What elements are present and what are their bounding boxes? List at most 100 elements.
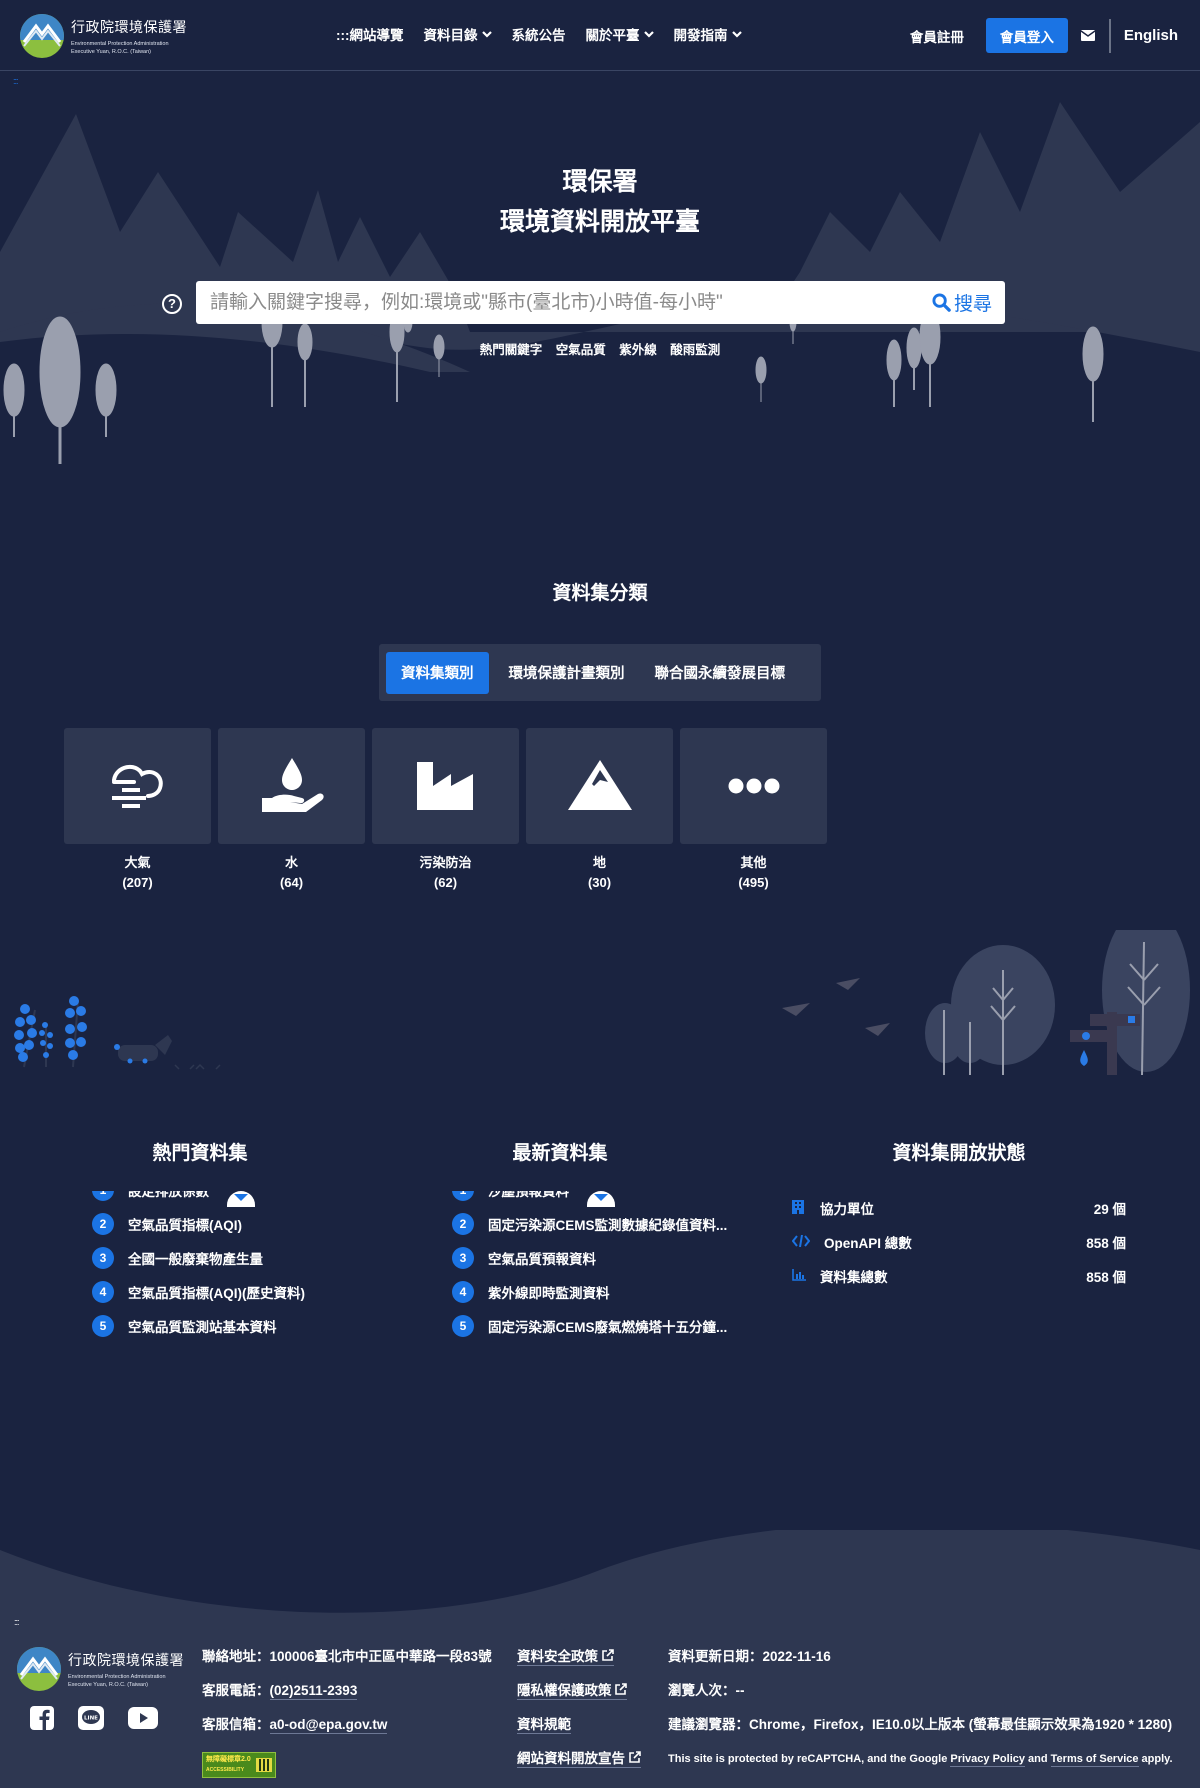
rank-badge: 2 bbox=[452, 1213, 474, 1235]
list-item[interactable]: 3 空氣品質預報資料 bbox=[452, 1241, 752, 1275]
list-item[interactable]: 3 全國一般廢棄物產生量 bbox=[92, 1241, 392, 1275]
category-land[interactable]: 地 (30) bbox=[526, 728, 673, 893]
search-button-label: 搜尋 bbox=[953, 294, 992, 315]
list-item[interactable]: 1 設定排放係數 bbox=[92, 1191, 392, 1207]
footer-org-name-en-1: Environmental Protection Administration bbox=[68, 1673, 166, 1680]
rank-badge: 1 bbox=[92, 1191, 114, 1201]
footer-link-open-data-declaration[interactable]: 網站資料開放宣告 bbox=[517, 1751, 641, 1768]
email-link[interactable]: a0-od@epa.gov.tw bbox=[269, 1717, 388, 1734]
list-item[interactable]: 1 沙塵預報資料 bbox=[452, 1191, 752, 1207]
nav-about[interactable]: 關於平臺 bbox=[586, 24, 654, 44]
list-item[interactable]: 5 固定污染源CEMS廢氣燃燒塔十五分鐘... bbox=[452, 1309, 752, 1343]
footer-link-privacy-policy[interactable]: 隱私權保護政策 bbox=[517, 1683, 628, 1700]
nav-announcements[interactable]: 系統公告 bbox=[512, 24, 566, 44]
tab-dataset-type[interactable]: 資料集類別 bbox=[386, 651, 489, 694]
epa-logo-icon bbox=[20, 14, 64, 58]
youtube-icon[interactable] bbox=[128, 1707, 158, 1729]
mountain-icon bbox=[567, 760, 632, 810]
dog-illustration bbox=[114, 1035, 221, 1070]
stat-openapi-total: OpenAPI 總數 858 個 bbox=[791, 1225, 1126, 1259]
tab-sdg[interactable]: 聯合國永續發展目標 bbox=[635, 652, 796, 694]
hot-keyword[interactable]: 空氣品質 bbox=[556, 343, 606, 357]
list-item[interactable]: 5 空氣品質監測站基本資料 bbox=[92, 1309, 392, 1343]
hot-keyword[interactable]: 紫外線 bbox=[619, 343, 657, 357]
list-item[interactable]: 4 空氣品質指標(AQI)(歷史資料) bbox=[92, 1275, 392, 1309]
category-count: (62) bbox=[433, 875, 458, 890]
tab-env-plan-type[interactable]: 環境保護計畫類別 bbox=[489, 652, 635, 694]
footer-logo[interactable]: 行政院環境保護署 Environmental Protection Admini… bbox=[17, 1647, 184, 1691]
search-button[interactable]: 搜尋 bbox=[932, 289, 992, 316]
facebook-icon[interactable] bbox=[30, 1706, 54, 1730]
code-icon bbox=[791, 1234, 811, 1247]
stat-dataset-total: 資料集總數 858 個 bbox=[792, 1259, 1126, 1293]
nav-dev-guide[interactable]: 開發指南 bbox=[674, 24, 742, 44]
visitor-count: 瀏覽人次：-- bbox=[668, 1683, 745, 1698]
recaptcha-notice: This site is protected by reCAPTCHA, and… bbox=[668, 1748, 1173, 1782]
stat-value: 858 個 bbox=[1086, 1270, 1126, 1285]
open-status: 資料集開放狀態 協力單位 29 個 OpenAPI 總數 858 個 資料集總數… bbox=[791, 1138, 1126, 1293]
recaptcha-text: and bbox=[1024, 1753, 1051, 1765]
latest-list: 1 沙塵預報資料 2 固定污染源CEMS監測數據紀錄值資料... 3 空氣品質預報資料… bbox=[452, 1191, 752, 1361]
dataset-name: 空氣品質監測站基本資料 bbox=[128, 1320, 277, 1335]
category-name: 水 bbox=[284, 855, 298, 870]
nav-about-label: 關於平臺 bbox=[585, 28, 640, 43]
category-name: 污染防治 bbox=[419, 855, 472, 870]
footer-accesskey-link[interactable]: ::: bbox=[14, 1618, 19, 1627]
google-terms-link[interactable]: Terms of Service bbox=[1050, 1753, 1139, 1767]
category-count: (30) bbox=[587, 875, 612, 890]
nav-sitemap[interactable]: :::網站導覽 bbox=[336, 24, 404, 44]
site-logo[interactable]: 行政院環境保護署 Environmental Protection Admini… bbox=[20, 14, 187, 58]
rank-badge: 5 bbox=[92, 1315, 114, 1337]
google-privacy-link[interactable]: Privacy Policy bbox=[950, 1753, 1025, 1767]
svg-text:LINE: LINE bbox=[84, 1716, 98, 1722]
help-icon[interactable]: ? bbox=[162, 294, 182, 314]
accessibility-badge[interactable]: 無障礙標章2.0 ACCESSIBILITY bbox=[202, 1752, 276, 1778]
latest-title: 最新資料集 bbox=[512, 1143, 608, 1164]
plants-illustration bbox=[14, 996, 221, 1070]
search-bar: 搜尋 bbox=[196, 281, 1005, 324]
category-water[interactable]: 水 (64) bbox=[218, 728, 365, 893]
browser-recommendation: 建議瀏覽器：Chrome，Firefox，IE10.0以上版本 (螢幕最佳顯示效… bbox=[668, 1717, 1173, 1732]
rank-badge: 3 bbox=[452, 1247, 474, 1269]
chevron-down-icon bbox=[643, 31, 654, 38]
hero-title: 環保署 環境資料開放平臺 bbox=[0, 162, 1200, 242]
footer-link-security-policy[interactable]: 資料安全政策 bbox=[517, 1649, 614, 1666]
search-input[interactable] bbox=[210, 282, 932, 323]
footer-org-name-en-2: Executive Yuan, R.O.C. (Taiwan) bbox=[68, 1681, 148, 1688]
bar-chart-icon bbox=[792, 1268, 806, 1281]
dataset-name: 固定污染源CEMS監測數據紀錄值資料... bbox=[488, 1218, 728, 1233]
line-icon[interactable]: LINE bbox=[78, 1706, 104, 1730]
list-item[interactable]: 2 空氣品質指標(AQI) bbox=[92, 1207, 392, 1241]
nav-data-catalog[interactable]: 資料目錄 bbox=[424, 24, 492, 44]
rank-badge: 1 bbox=[452, 1191, 474, 1201]
stat-label: 協力單位 bbox=[820, 1202, 874, 1217]
footer-link-data-standards[interactable]: 資料規範 bbox=[517, 1717, 571, 1734]
search-icon bbox=[932, 293, 951, 312]
org-name: 行政院環境保護署 bbox=[71, 18, 187, 35]
dataset-name: 設定排放係數 bbox=[128, 1191, 209, 1199]
category-air[interactable]: 大氣 (207) bbox=[64, 728, 211, 893]
status-title: 資料集開放狀態 bbox=[892, 1143, 1026, 1164]
factory-icon bbox=[416, 762, 473, 810]
stat-label: 資料集總數 bbox=[820, 1270, 888, 1285]
external-link-icon bbox=[601, 1649, 614, 1661]
register-link[interactable]: 會員註冊 bbox=[910, 26, 964, 46]
hero-title-line1: 環保署 bbox=[562, 168, 638, 196]
hot-keyword[interactable]: 酸雨監測 bbox=[670, 343, 720, 357]
rank-badge: 4 bbox=[452, 1281, 474, 1303]
list-item[interactable]: 2 固定污染源CEMS監測數據紀錄值資料... bbox=[452, 1207, 752, 1241]
hero-title-line2: 環境資料開放平臺 bbox=[499, 208, 700, 236]
category-pollution[interactable]: 污染防治 (62) bbox=[372, 728, 519, 893]
category-other[interactable]: 其他 (495) bbox=[680, 728, 827, 893]
phone-link[interactable]: (02)2511-2393 bbox=[269, 1683, 358, 1700]
recaptcha-text: apply. bbox=[1138, 1753, 1173, 1765]
update-date: 資料更新日期：2022-11-16 bbox=[668, 1649, 831, 1664]
english-link[interactable]: English bbox=[1124, 27, 1178, 44]
footer-org-name: 行政院環境保護署 bbox=[68, 1651, 184, 1668]
list-item[interactable]: 4 紫外線即時監測資料 bbox=[452, 1275, 752, 1309]
envelope-icon[interactable] bbox=[1080, 30, 1095, 41]
nav-announcements-label: 系統公告 bbox=[511, 28, 566, 43]
hot-keywords: 熱門關鍵字 空氣品質 紫外線 酸雨監測 bbox=[0, 339, 1200, 358]
login-button[interactable]: 會員登入 bbox=[985, 18, 1068, 53]
building-icon bbox=[792, 1199, 804, 1214]
